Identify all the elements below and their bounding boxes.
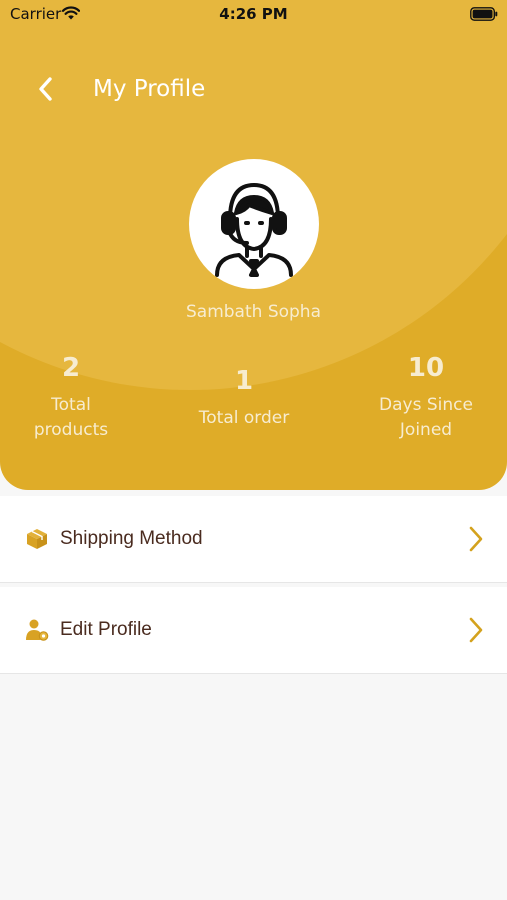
stat-days-since-joined: 10 Days Since Joined — [355, 353, 497, 443]
menu-item-label: Edit Profile — [60, 619, 152, 640]
avatar[interactable] — [189, 159, 319, 289]
menu-item-label: Shipping Method — [60, 528, 203, 549]
support-agent-avatar-icon — [215, 183, 293, 277]
divider — [0, 673, 507, 674]
stat-label: Total order — [173, 406, 315, 431]
stat-label-line: Total order — [198, 408, 290, 428]
stat-total-order: 1 Total order — [173, 366, 315, 431]
stat-label-line: Days Since — [379, 395, 473, 415]
chevron-right-icon — [469, 526, 483, 552]
stat-value: 10 — [407, 353, 445, 383]
page-title: My Profile — [93, 76, 206, 102]
status-time: 4:26 PM — [219, 5, 288, 23]
chevron-left-icon — [39, 77, 52, 101]
stat-label: Total products — [0, 393, 142, 443]
stat-value: 2 — [61, 353, 81, 383]
profile-header: Carrier 4:26 PM My Profile Sambath Sopha… — [0, 0, 507, 490]
stat-label-line: Total — [51, 395, 91, 415]
battery-icon — [470, 7, 498, 21]
user-settings-icon — [26, 619, 49, 641]
menu-item-edit-profile[interactable]: Edit Profile — [0, 587, 507, 673]
user-name: Sambath Sopha — [186, 302, 321, 322]
stat-total-products: 2 Total products — [0, 353, 142, 443]
back-button[interactable] — [28, 72, 62, 106]
stat-value: 1 — [234, 366, 254, 396]
chevron-right-icon — [469, 617, 483, 643]
profile-screen: Carrier 4:26 PM My Profile Sambath Sopha… — [0, 0, 507, 900]
stat-label-line: Joined — [399, 420, 453, 440]
stat-label-line: products — [33, 420, 109, 440]
divider — [0, 582, 507, 583]
stat-label: Days Since Joined — [355, 393, 497, 443]
package-icon — [27, 529, 47, 549]
menu-item-shipping-method[interactable]: Shipping Method — [0, 496, 507, 582]
status-bar: Carrier 4:26 PM — [0, 0, 507, 28]
